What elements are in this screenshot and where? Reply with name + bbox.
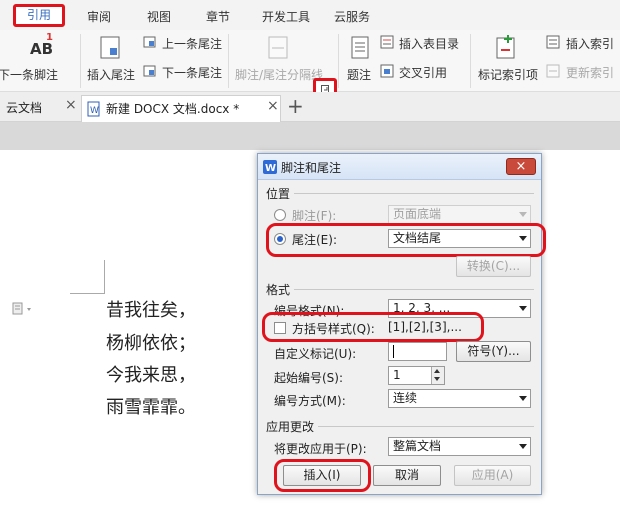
chevron-down-icon — [519, 444, 527, 449]
start-number-stepper[interactable]: 1 — [388, 366, 445, 385]
mark-index-entry-icon[interactable] — [495, 34, 519, 60]
next-endnote-icon — [143, 65, 156, 77]
tab-developer-tools[interactable]: 开发工具 — [262, 8, 310, 25]
poem-line: 雨雪霏霏。 — [106, 397, 196, 418]
symbol-button[interactable]: 符号(Y)... — [456, 341, 531, 362]
text-caret — [393, 345, 394, 358]
footnote-radio[interactable] — [274, 209, 286, 221]
table-of-figures-icon — [380, 35, 394, 49]
footnote-position-select[interactable]: 页面底端 — [388, 205, 531, 224]
ribbon-separator — [338, 34, 339, 88]
poem-line: 昔我往矣， — [106, 300, 196, 321]
caption-icon[interactable] — [350, 36, 372, 60]
insert-footnote-icon[interactable]: AB 1 — [30, 32, 58, 58]
margin-corner-mark — [70, 293, 105, 294]
section-format-label: 格式 — [266, 283, 291, 297]
start-number-label: 起始编号(S): — [274, 371, 344, 385]
chevron-down-icon — [519, 212, 527, 217]
chevron-down-icon — [519, 396, 527, 401]
apply-to-select[interactable]: 整篇文档 — [388, 437, 531, 456]
chevron-down-icon — [519, 236, 527, 241]
endnote-radio[interactable] — [274, 233, 286, 245]
margin-corner-mark — [104, 260, 105, 294]
close-icon[interactable]: × — [65, 97, 77, 113]
insert-endnote-icon[interactable] — [98, 36, 124, 60]
ribbon-tab-bar: 引用 审阅 视图 章节 开发工具 云服务 — [0, 0, 620, 30]
cross-reference-button[interactable]: 交叉引用 — [399, 64, 447, 81]
update-index-icon — [546, 64, 560, 78]
note-separator-icon — [268, 36, 288, 59]
custom-mark-label: 自定义标记(U): — [274, 347, 357, 361]
endnote-label: 尾注(E): — [292, 233, 337, 247]
document-icon: W — [87, 101, 100, 117]
next-footnote-button[interactable]: 下一条脚注 — [0, 66, 58, 83]
document-tab-bar: 云文档 × W 新建 DOCX 文档.docx * × + — [0, 92, 620, 122]
section-divider — [318, 426, 534, 427]
cancel-button[interactable]: 取消 — [373, 465, 441, 486]
bracket-style-checkbox[interactable] — [274, 322, 286, 334]
svg-text:W: W — [90, 106, 99, 116]
insert-table-of-figures-button[interactable]: 插入表目录 — [399, 35, 459, 52]
dialog-title-bar[interactable]: W 脚注和尾注 × — [258, 154, 541, 180]
wps-writer-icon: W — [263, 160, 277, 174]
bracket-style-label: 方括号样式(Q): — [292, 322, 375, 336]
tab-cloud-services[interactable]: 云服务 — [334, 8, 370, 25]
ribbon-separator — [80, 34, 81, 88]
active-document-tab[interactable]: W 新建 DOCX 文档.docx * × — [81, 95, 281, 122]
poem-line: 杨柳依依； — [106, 333, 196, 354]
note-separator-button[interactable]: 脚注/尾注分隔线 — [235, 66, 323, 83]
insert-index-icon — [546, 35, 560, 49]
footnote-label: 脚注(F): — [292, 209, 337, 223]
tab-chapter[interactable]: 章节 — [206, 8, 230, 25]
bracket-style-example: [1],[2],[3],... — [388, 320, 462, 334]
custom-mark-input[interactable] — [388, 342, 447, 361]
section-divider — [294, 193, 534, 194]
convert-button[interactable]: 转换(C)... — [456, 256, 531, 277]
endnote-position-select[interactable]: 文档结尾 — [388, 229, 531, 248]
insert-endnote-button[interactable]: 插入尾注 — [87, 66, 135, 83]
tab-references[interactable]: 引用 — [13, 4, 65, 27]
footnote-endnote-dialog: W 脚注和尾注 × 位置 脚注(F): 页面底端 尾注(E): 文档结尾 转换(… — [257, 153, 546, 495]
number-format-label: 编号格式(N): — [274, 304, 345, 318]
tab-view[interactable]: 视图 — [147, 8, 171, 25]
apply-to-label: 将更改应用于(P): — [274, 442, 367, 456]
number-format-select[interactable]: 1, 2, 3, ... — [388, 299, 531, 318]
document-workspace-gutter — [0, 122, 620, 150]
stepper-arrows-icon[interactable] — [431, 367, 444, 384]
apply-button[interactable]: 应用(A) — [454, 465, 531, 486]
previous-endnote-button[interactable]: 上一条尾注 — [162, 35, 222, 52]
new-tab-button[interactable]: + — [287, 94, 304, 118]
active-document-title: 新建 DOCX 文档.docx * — [106, 102, 240, 116]
cloud-docs-tab[interactable]: 云文档 — [6, 99, 42, 116]
next-endnote-button[interactable]: 下一条尾注 — [162, 64, 222, 81]
section-apply-label: 应用更改 — [266, 420, 315, 434]
mark-index-entry-button[interactable]: 标记索引项 — [478, 66, 538, 83]
section-location-label: 位置 — [266, 187, 291, 201]
ribbon-separator — [470, 34, 471, 88]
numbering-select[interactable]: 连续 — [388, 389, 531, 408]
cross-reference-icon — [380, 64, 394, 78]
dialog-close-button[interactable]: × — [506, 158, 536, 175]
close-icon[interactable]: × — [267, 98, 279, 114]
caption-button[interactable]: 题注 — [347, 66, 371, 83]
section-divider — [294, 289, 534, 290]
tab-review[interactable]: 审阅 — [87, 8, 111, 25]
previous-endnote-icon — [143, 36, 156, 48]
dialog-title: 脚注和尾注 — [281, 161, 342, 175]
numbering-label: 编号方式(M): — [274, 394, 346, 408]
svg-text:W: W — [265, 163, 276, 174]
chevron-down-icon — [519, 306, 527, 311]
poem-line: 今我来思， — [106, 365, 196, 386]
update-index-button[interactable]: 更新索引 — [566, 64, 614, 81]
ribbon-separator — [228, 34, 229, 88]
paragraph-options-icon[interactable] — [12, 302, 36, 316]
close-icon: × — [515, 159, 527, 174]
ribbon-toolbar: AB 1 下一条脚注 插入尾注 上一条尾注 下一条尾注 脚注/尾注分隔线 题注 … — [0, 30, 620, 100]
insert-button[interactable]: 插入(I) — [283, 465, 361, 486]
insert-index-button[interactable]: 插入索引 — [566, 35, 614, 52]
